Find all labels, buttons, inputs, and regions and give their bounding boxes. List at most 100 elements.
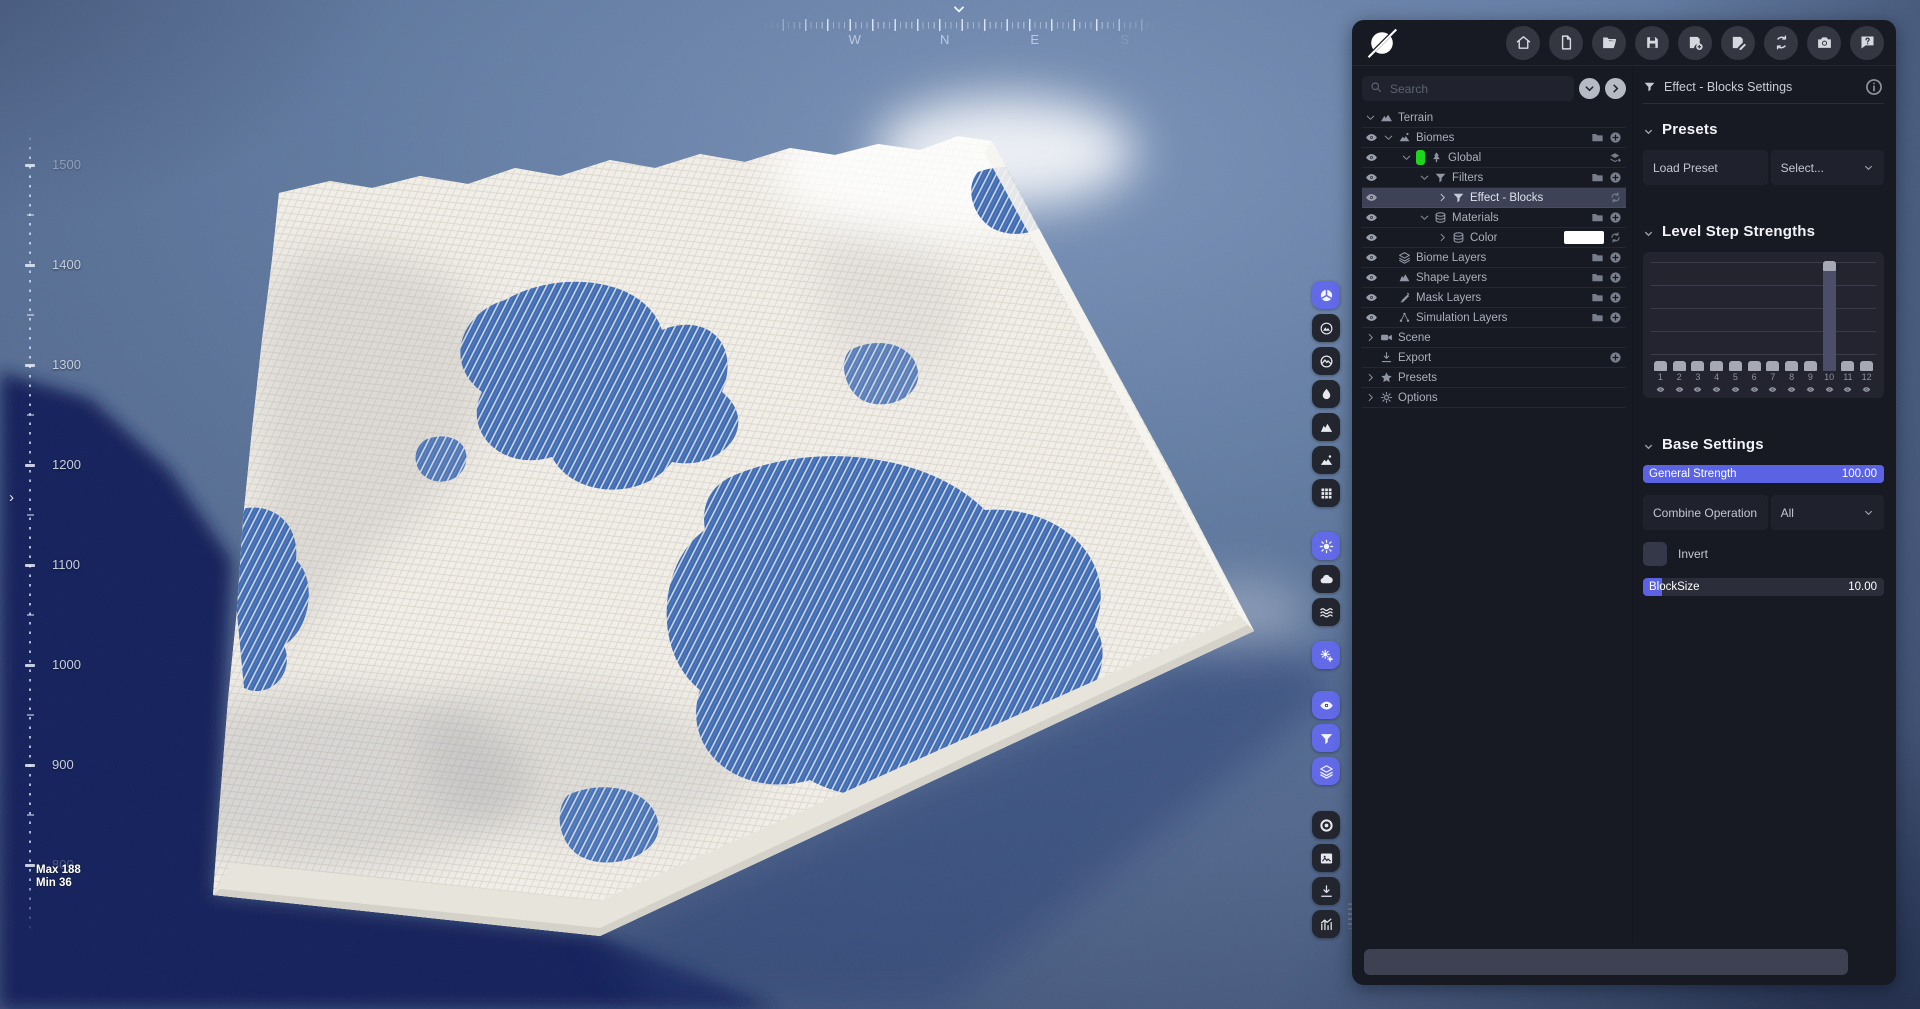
tree-item-presets[interactable]: Presets [1362, 368, 1626, 388]
level-step-slider[interactable] [1748, 259, 1761, 371]
visibility-eye-icon[interactable] [1364, 231, 1379, 244]
chevron-right-icon[interactable] [1436, 192, 1449, 203]
toolbar-save-button[interactable] [1635, 26, 1669, 60]
rail-layers-button[interactable] [1312, 757, 1340, 785]
chevron-down-icon[interactable] [1364, 112, 1377, 123]
slider-handle[interactable] [1691, 361, 1704, 371]
rail-island-button[interactable] [1312, 446, 1340, 474]
level-step-slider[interactable] [1691, 259, 1704, 371]
visibility-eye-icon[interactable] [1749, 385, 1760, 394]
visibility-eye-icon[interactable] [1364, 211, 1379, 224]
folder-icon[interactable] [1591, 311, 1604, 324]
visibility-eye-icon[interactable] [1692, 385, 1703, 394]
rail-mountain-button[interactable] [1312, 413, 1340, 441]
tree-item-simulation-layers[interactable]: Simulation Layers [1362, 308, 1626, 328]
level-step-slider[interactable] [1766, 259, 1779, 371]
tree-item-filters[interactable]: Filters [1362, 168, 1626, 188]
add-icon[interactable] [1609, 311, 1622, 324]
slider-handle[interactable] [1804, 361, 1817, 371]
rail-sphere-mountain-button[interactable] [1312, 314, 1340, 342]
visibility-eye-icon[interactable] [1364, 131, 1379, 144]
toolbar-home-button[interactable] [1506, 26, 1540, 60]
visibility-eye-icon[interactable] [1364, 291, 1379, 304]
visibility-eye-icon[interactable] [1655, 385, 1666, 394]
toolbar-save-add-button[interactable] [1678, 26, 1712, 60]
folder-icon[interactable] [1591, 171, 1604, 184]
rail-eye-button[interactable] [1312, 691, 1340, 719]
tree-item-scene[interactable]: Scene [1362, 328, 1626, 348]
invert-checkbox[interactable] [1643, 542, 1667, 566]
level-step-slider[interactable] [1823, 259, 1836, 371]
visibility-eye-icon[interactable] [1824, 385, 1835, 394]
toolbar-new-file-button[interactable] [1549, 26, 1583, 60]
expand-next-button[interactable] [1605, 78, 1626, 99]
chevron-down-icon[interactable] [1418, 172, 1431, 183]
slider-handle[interactable] [1729, 361, 1742, 371]
chevron-right-icon[interactable] [1364, 392, 1377, 403]
rail-stats-button[interactable] [1312, 910, 1340, 938]
slider-handle[interactable] [1860, 361, 1873, 371]
level-step-slider[interactable] [1729, 259, 1742, 371]
toolbar-save-edit-button[interactable] [1721, 26, 1755, 60]
tree-item-global[interactable]: Global [1362, 148, 1626, 168]
rail-water-drop-button[interactable] [1312, 380, 1340, 408]
rail-cloud-button[interactable] [1312, 565, 1340, 593]
refresh-icon[interactable] [1609, 191, 1622, 204]
folder-icon[interactable] [1591, 251, 1604, 264]
chevron-right-icon[interactable] [1364, 332, 1377, 343]
visibility-eye-icon[interactable] [1786, 385, 1797, 394]
rail-waves-button[interactable] [1312, 598, 1340, 626]
rail-filter-button[interactable] [1312, 724, 1340, 752]
slider-handle[interactable] [1841, 361, 1854, 371]
tree-item-shape-layers[interactable]: Shape Layers [1362, 268, 1626, 288]
toolbar-sync-button[interactable] [1764, 26, 1798, 60]
visibility-eye-icon[interactable] [1364, 271, 1379, 284]
level-step-slider[interactable] [1673, 259, 1686, 371]
slider-handle[interactable] [1748, 361, 1761, 371]
chevron-down-icon[interactable] [1418, 212, 1431, 223]
chevron-down-icon[interactable] [1643, 439, 1654, 450]
material-color-swatch[interactable] [1564, 231, 1604, 244]
visibility-eye-icon[interactable] [1364, 191, 1379, 204]
tree-item-biome-layers[interactable]: Biome Layers [1362, 248, 1626, 268]
visibility-eye-icon[interactable] [1861, 385, 1872, 394]
compass[interactable]: WNES [760, 4, 1160, 48]
add-icon[interactable] [1609, 271, 1622, 284]
level-step-slider[interactable] [1804, 259, 1817, 371]
level-step-slider[interactable] [1860, 259, 1873, 371]
level-step-slider[interactable] [1841, 259, 1854, 371]
search-box[interactable] [1362, 76, 1574, 101]
level-step-slider[interactable] [1785, 259, 1798, 371]
tree-item-mask-layers[interactable]: Mask Layers [1362, 288, 1626, 308]
slider-handle[interactable] [1785, 361, 1798, 371]
add-icon[interactable] [1609, 291, 1622, 304]
rail-gears-button[interactable] [1312, 641, 1340, 669]
add-icon[interactable] [1609, 251, 1622, 264]
slider-handle[interactable] [1673, 361, 1686, 371]
visibility-eye-icon[interactable] [1711, 385, 1722, 394]
visibility-eye-icon[interactable] [1364, 171, 1379, 184]
folder-icon[interactable] [1591, 291, 1604, 304]
rail-sun-button[interactable] [1312, 532, 1340, 560]
slider-handle[interactable] [1766, 361, 1779, 371]
rail-sphere-contour-button[interactable] [1312, 347, 1340, 375]
tree-item-color[interactable]: Color [1362, 228, 1626, 248]
panel-expand-arrow[interactable]: › [9, 490, 14, 505]
visibility-eye-icon[interactable] [1364, 251, 1379, 264]
search-input[interactable] [1388, 81, 1566, 97]
tree-item-biomes[interactable]: Biomes [1362, 128, 1626, 148]
slider-handle[interactable] [1710, 361, 1723, 371]
chevron-right-icon[interactable] [1364, 372, 1377, 383]
add-icon[interactable] [1609, 351, 1622, 364]
visibility-eye-icon[interactable] [1805, 385, 1816, 394]
rail-sphere-render-button[interactable] [1312, 281, 1340, 309]
rail-image-button[interactable] [1312, 844, 1340, 872]
level-step-slider[interactable] [1710, 259, 1723, 371]
visibility-eye-icon[interactable] [1364, 311, 1379, 324]
rail-record-button[interactable] [1312, 811, 1340, 839]
folder-icon[interactable] [1591, 271, 1604, 284]
refresh-icon[interactable] [1609, 231, 1622, 244]
chevron-right-icon[interactable] [1436, 232, 1449, 243]
load-preset-select[interactable]: Select... [1771, 150, 1884, 185]
toolbar-camera-button[interactable] [1807, 26, 1841, 60]
